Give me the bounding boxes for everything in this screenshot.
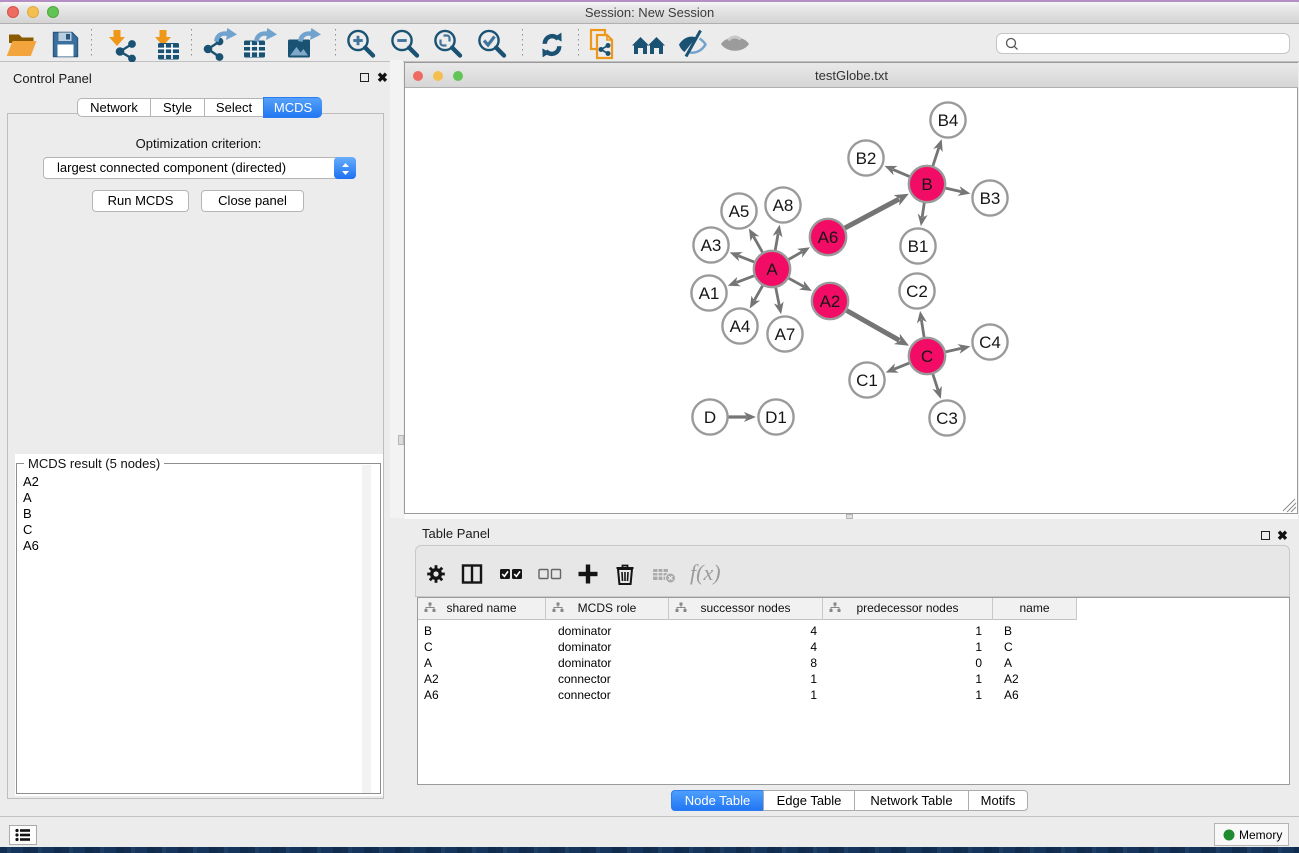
svg-text:D1: D1 <box>765 408 787 427</box>
svg-text:C4: C4 <box>979 333 1001 352</box>
svg-text:C: C <box>921 347 933 366</box>
svg-text:C2: C2 <box>906 282 928 301</box>
svg-text:A8: A8 <box>773 196 794 215</box>
svg-text:A4: A4 <box>730 317 751 336</box>
svg-text:A2: A2 <box>820 292 841 311</box>
svg-text:B2: B2 <box>856 149 877 168</box>
svg-text:B3: B3 <box>980 189 1001 208</box>
svg-text:B: B <box>921 175 932 194</box>
svg-text:A3: A3 <box>701 236 722 255</box>
svg-text:A7: A7 <box>775 325 796 344</box>
svg-text:B4: B4 <box>938 111 959 130</box>
svg-text:B1: B1 <box>908 237 929 256</box>
svg-text:C3: C3 <box>936 409 958 428</box>
svg-text:A6: A6 <box>818 228 839 247</box>
svg-text:C1: C1 <box>856 371 878 390</box>
svg-text:A: A <box>766 260 778 279</box>
svg-text:D: D <box>704 408 716 427</box>
svg-text:A1: A1 <box>699 284 720 303</box>
svg-text:A5: A5 <box>729 202 750 221</box>
